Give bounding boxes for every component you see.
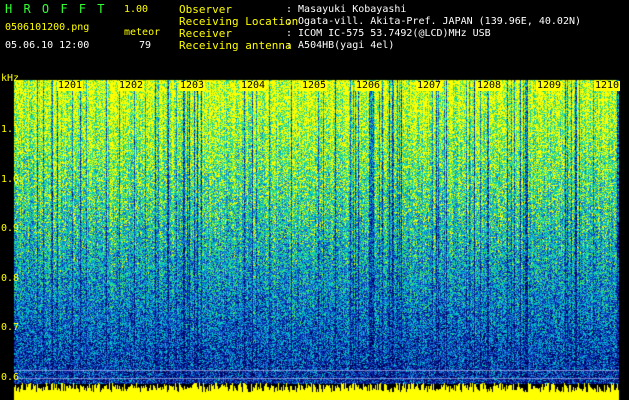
antenna-label: Receiving antenna (179, 39, 292, 52)
y-tick-0-6: 0.6 (1, 372, 20, 383)
y-tick-0-7: 0.7 (1, 322, 20, 333)
y-axis-unit: kHz (1, 73, 20, 84)
antenna-value: : A504HB(yagi 4el) (286, 40, 395, 51)
location-value: : Ogata-vill. Akita-Pref. JAPAN (139.96E… (286, 16, 582, 27)
hroft-window: H R O F F T 1.00 0506101200.png meteor 0… (0, 0, 629, 400)
spectrogram-canvas (0, 0, 629, 400)
y-tick-0-9: 0.9 (1, 223, 20, 234)
datetime: 05.06.10 12:00 (5, 40, 90, 51)
y-tick-1-0: 1.0 (1, 174, 20, 185)
y-tick-0-8: 0.8 (1, 273, 20, 284)
app-name: H R O F F T (5, 2, 107, 16)
time-tick-1204: 1204 (240, 80, 267, 91)
time-tick-1206: 1206 (355, 80, 382, 91)
meteor-count: 79 (139, 40, 152, 51)
y-tick-1-1: 1.1 (1, 124, 20, 135)
time-tick-1208: 1208 (476, 80, 503, 91)
time-tick-1209: 1209 (536, 80, 563, 91)
time-tick-1205: 1205 (301, 80, 328, 91)
observer-value: : Masayuki Kobayashi (286, 4, 407, 15)
time-tick-1203: 1203 (179, 80, 206, 91)
time-tick-1210: 1210 (594, 80, 621, 91)
filename: 0506101200.png (5, 22, 90, 33)
meteor-label: meteor (124, 27, 161, 38)
app-version: 1.00 (124, 4, 149, 15)
time-tick-1201: 1201 (57, 80, 84, 91)
receiver-value: : ICOM IC-575 53.7492(@LCD)MHz USB (286, 28, 491, 39)
time-tick-1207: 1207 (416, 80, 443, 91)
time-tick-1202: 1202 (118, 80, 145, 91)
